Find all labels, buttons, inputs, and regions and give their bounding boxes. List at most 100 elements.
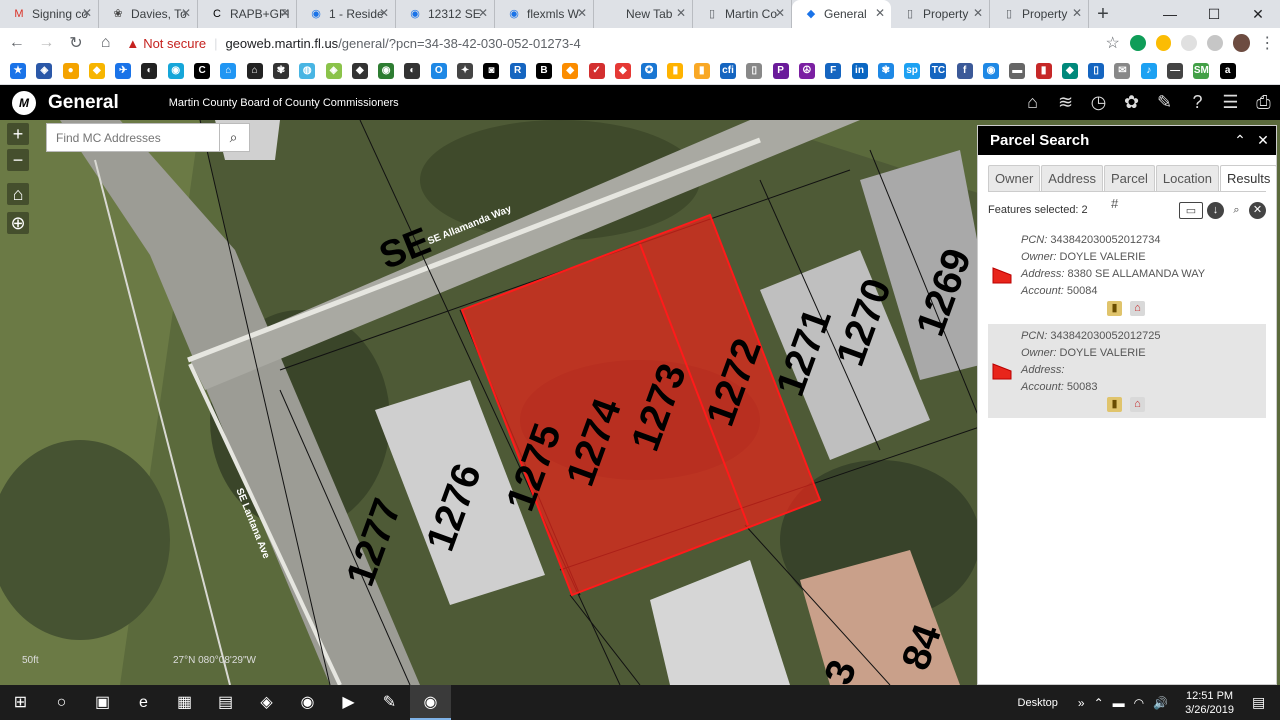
list-tool-icon[interactable]: ☰ [1214,92,1247,113]
extension-icon[interactable] [1206,35,1223,51]
bookmark-icon[interactable]: ◍ [299,63,316,79]
bookmark-icon[interactable]: ★ [10,63,26,79]
tab-close-icon[interactable]: ✕ [775,6,785,20]
maximize-button[interactable]: ☐ [1192,0,1236,28]
measure-tool-icon[interactable]: ✎ [1148,92,1181,113]
bookmark-icon[interactable]: ◉ [378,63,395,79]
bookmark-icon[interactable]: in [851,63,868,79]
tab-location[interactable]: Location [1155,165,1220,191]
extension-icon[interactable] [1155,35,1172,51]
help-tool-icon[interactable]: ? [1181,92,1214,113]
result-item[interactable]: PCN: 343842030052012734 Owner: DOYLE VALE… [988,228,1266,324]
reload-button[interactable]: ↻ [63,33,89,53]
zoom-out-button[interactable]: − [7,149,29,171]
collapse-icon[interactable]: ⌃ [1230,132,1250,149]
pcn-value[interactable]: 343842030052012725 [1050,330,1160,342]
bookmark-icon[interactable]: TC [930,63,947,79]
back-button[interactable]: ← [4,34,30,52]
close-icon[interactable]: ✕ [1250,132,1276,149]
tab-close-icon[interactable]: ✕ [577,6,587,20]
bookmark-icon[interactable]: F [825,63,842,79]
bookmark-icon[interactable]: ◈ [325,63,342,79]
bookmark-icon[interactable]: ▯ [1088,63,1105,79]
browser-tab[interactable]: ◆ General ✕ [792,0,891,28]
tab-close-icon[interactable]: ✕ [676,6,686,20]
minimize-button[interactable]: — [1148,0,1192,28]
browser-tab[interactable]: ▯ Property ✕ [891,0,990,28]
map-home-icon[interactable]: ⌂ [7,183,29,205]
tab-close-icon[interactable]: ✕ [181,6,191,20]
extension-icon[interactable] [1129,35,1146,51]
locate-icon[interactable]: ⊕ [7,212,29,234]
print-tool-icon[interactable]: ⎙ [1247,92,1280,113]
bookmark-icon[interactable]: ◉ [982,63,999,79]
property-card-icon[interactable]: ⌂ [1130,301,1145,316]
bookmark-icon[interactable]: ✾ [877,63,894,79]
bookmark-icon[interactable]: C [194,63,211,79]
extension-icon[interactable] [1181,35,1197,51]
search-icon[interactable]: ○ [41,685,82,720]
bookmark-icon[interactable]: ✪ [641,63,658,79]
bookmark-icon[interactable]: a [1219,63,1236,79]
wifi-icon[interactable]: ◠ [1134,696,1144,710]
edge-icon[interactable]: e [123,685,164,720]
bookmark-icon[interactable]: O [430,63,447,79]
table-view-icon[interactable]: ▭ [1179,201,1203,219]
close-window-button[interactable]: ✕ [1236,0,1280,28]
chevron-icon[interactable]: » [1078,696,1085,710]
file-explorer-icon[interactable]: ▤ [205,685,246,720]
address-search-input[interactable] [47,124,219,151]
bookmark-icon[interactable]: cfi [720,63,737,79]
browser-tab[interactable]: New Tab ✕ [594,0,693,28]
bookmark-icon[interactable]: ✾ [272,63,289,79]
tray-overflow-icon[interactable]: ⌃ [1094,696,1104,710]
browser-menu-icon[interactable]: ⋮ [1254,33,1280,53]
home-button[interactable]: ⌂ [93,34,119,52]
not-secure-label[interactable]: Not secure [143,36,206,51]
calculator-icon[interactable]: ▦ [164,685,205,720]
bookmark-icon[interactable]: ◐ [141,63,158,79]
tab-close-icon[interactable]: ✕ [1072,6,1082,20]
clock[interactable]: 12:51 PM 3/26/2019 [1185,689,1234,717]
bookmark-icon[interactable]: ▮ [693,63,710,79]
tab-close-icon[interactable]: ✕ [478,6,488,20]
browser-tab[interactable]: ❀ Davies, To ✕ [99,0,198,28]
bookmark-icon[interactable]: ● [62,63,79,79]
tab-close-icon[interactable]: ✕ [82,6,92,20]
chrome-icon[interactable]: ◉ [287,685,328,720]
browser-tab[interactable]: M Signing co ✕ [0,0,99,28]
desktop-toolbar-label[interactable]: Desktop [1018,697,1058,709]
start-icon[interactable]: ⊞ [0,685,41,720]
notifications-icon[interactable]: ▤ [1252,694,1272,711]
bookmark-icon[interactable]: ⌂ [246,63,263,79]
media-icon[interactable]: ▶ [328,685,369,720]
browser-tab[interactable]: C RAPB+GFI ✕ [198,0,297,28]
bookmark-icon[interactable]: ⌂ [220,63,237,79]
tab-parcel[interactable]: Parcel # [1104,165,1155,211]
bookmark-icon[interactable]: ◆ [562,63,579,79]
new-tab-button[interactable]: + [1089,0,1117,28]
browser-tab[interactable]: ◉ flexmls W ✕ [495,0,594,28]
volume-icon[interactable]: 🔊 [1153,696,1168,710]
bookmark-icon[interactable]: ◆ [614,63,631,79]
tab-close-icon[interactable]: ✕ [379,6,389,20]
pcn-value[interactable]: 343842030052012734 [1050,234,1160,246]
zoom-in-button[interactable]: + [7,123,29,145]
bookmark-icon[interactable]: ◆ [351,63,368,79]
tab-owner[interactable]: Owner [988,165,1041,191]
layers-tool-icon[interactable]: ≋ [1049,92,1082,113]
tab-close-icon[interactable]: ✕ [973,6,983,20]
result-item[interactable]: PCN: 343842030052012725 Owner: DOYLE VALE… [988,324,1266,418]
bookmark-icon[interactable]: ♪ [1140,63,1157,79]
tab-close-icon[interactable]: ✕ [875,6,885,20]
bookmark-icon[interactable]: ▬ [1009,63,1026,79]
app-logo[interactable]: M [12,90,36,115]
bookmark-icon[interactable]: ◆ [88,63,105,79]
browser-tab[interactable]: ◉ 12312 SE ✕ [396,0,495,28]
browser-tab[interactable]: ◉ 1 - Reside ✕ [297,0,396,28]
forward-button[interactable]: → [34,34,60,52]
profile-avatar[interactable] [1232,34,1251,52]
chrome-icon[interactable]: ◉ [410,685,451,720]
task-view-icon[interactable]: ▣ [82,685,123,720]
browser-tab[interactable]: ▯ Property ✕ [990,0,1089,28]
